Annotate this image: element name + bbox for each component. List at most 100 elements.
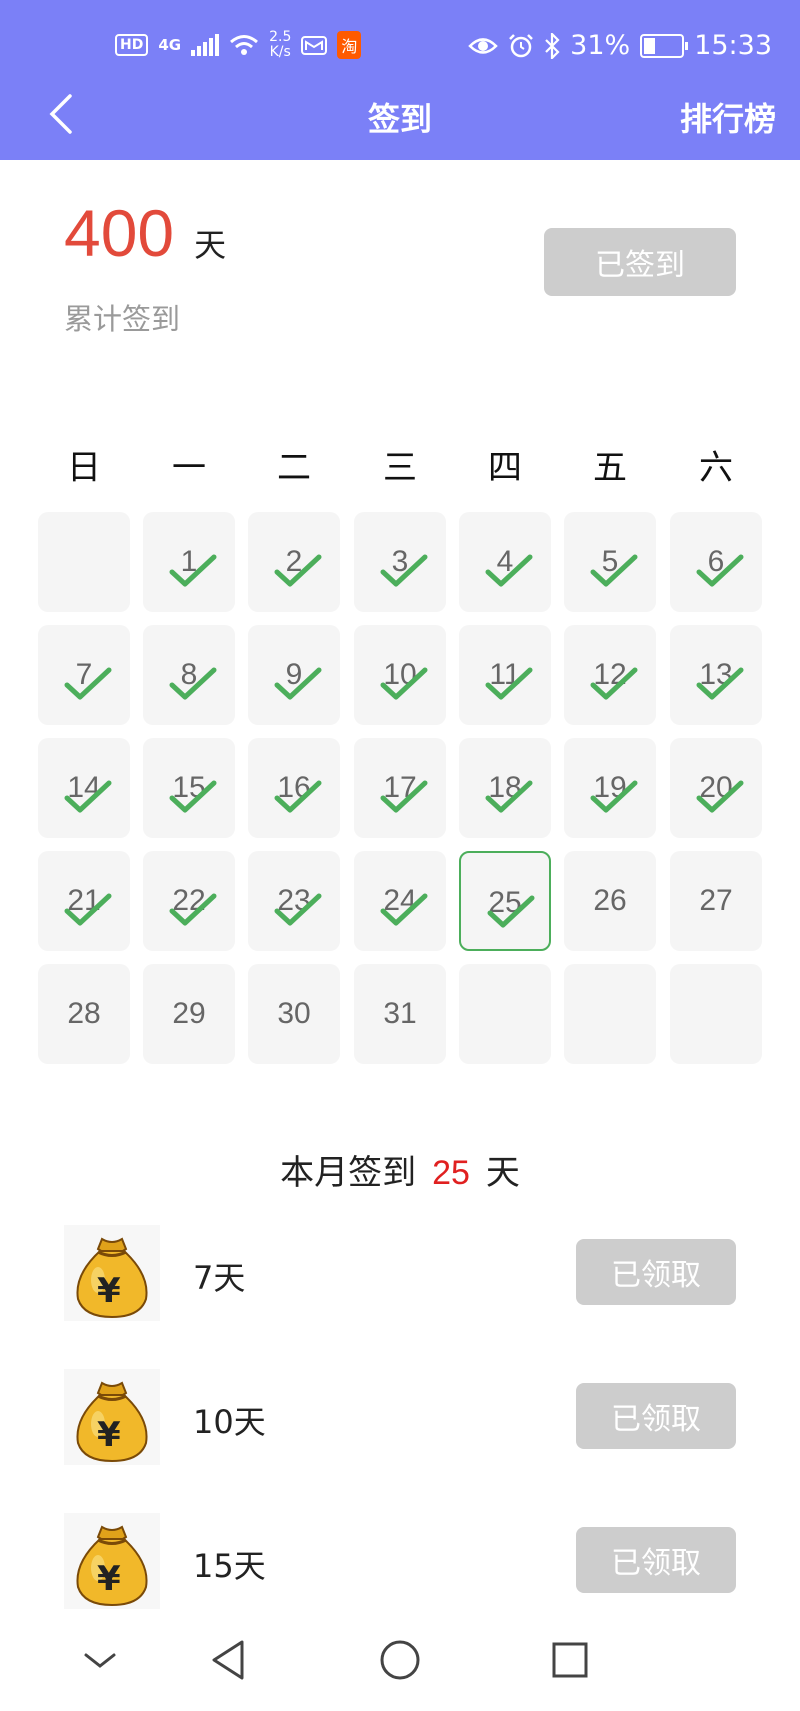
total-checkins: 400 天 bbox=[64, 195, 226, 271]
net-speed-value: 2.5 bbox=[269, 29, 292, 45]
nav-recents-button[interactable] bbox=[540, 1630, 600, 1690]
calendar-day[interactable]: 19 bbox=[564, 738, 656, 838]
circle-home-icon bbox=[380, 1640, 420, 1680]
month-summary-prefix: 本月签到 bbox=[280, 1153, 417, 1193]
calendar-day[interactable]: 8 bbox=[143, 625, 235, 725]
month-summary: 本月签到 25 天 bbox=[0, 1145, 800, 1194]
money-bag-icon-drawing: ¥ bbox=[76, 1525, 148, 1607]
calendar-day-number: 26 bbox=[593, 884, 627, 917]
checkmark-icon bbox=[274, 780, 322, 813]
calendar-day[interactable]: 23 bbox=[248, 851, 340, 951]
checkmark-icon bbox=[64, 893, 112, 926]
title-bar: 签到 排行榜 bbox=[0, 90, 800, 138]
leaderboard-link[interactable]: 排行榜 bbox=[680, 94, 776, 140]
checkmark-icon bbox=[696, 780, 744, 813]
checkmark-icon bbox=[485, 554, 533, 587]
claim-button[interactable]: 已领取 bbox=[576, 1383, 736, 1449]
calendar-day[interactable]: 14 bbox=[38, 738, 130, 838]
calendar-day[interactable]: 25 bbox=[459, 851, 551, 951]
calendar-day[interactable]: 15 bbox=[143, 738, 235, 838]
checkmark-icon bbox=[590, 667, 638, 700]
calendar-day[interactable]: 26 bbox=[564, 851, 656, 951]
calendar-empty-cell bbox=[459, 964, 551, 1064]
checkmark-icon bbox=[380, 667, 428, 700]
money-bag-icon: ¥ bbox=[64, 1225, 160, 1321]
checkmark-icon bbox=[169, 667, 217, 700]
hd-badge: HD bbox=[115, 34, 149, 56]
calendar-day[interactable]: 29 bbox=[143, 964, 235, 1064]
calendar-day[interactable]: 20 bbox=[670, 738, 762, 838]
calendar-day[interactable]: 30 bbox=[248, 964, 340, 1064]
claim-button[interactable]: 已领取 bbox=[576, 1527, 736, 1593]
clock: 15:33 bbox=[694, 30, 772, 61]
calendar-day[interactable]: 27 bbox=[670, 851, 762, 951]
calendar-day[interactable]: 10 bbox=[354, 625, 446, 725]
calendar-day[interactable]: 17 bbox=[354, 738, 446, 838]
battery-icon bbox=[640, 33, 689, 58]
calendar-day[interactable]: 3 bbox=[354, 512, 446, 612]
calendar-day[interactable]: 4 bbox=[459, 512, 551, 612]
weekday-label: 五 bbox=[593, 448, 627, 488]
checkmark-icon bbox=[274, 554, 322, 587]
calendar-day-number: 29 bbox=[172, 997, 206, 1030]
calendar-day[interactable]: 31 bbox=[354, 964, 446, 1064]
total-days-unit: 天 bbox=[194, 226, 227, 264]
calendar-day[interactable]: 11 bbox=[459, 625, 551, 725]
yuan-symbol: ¥ bbox=[97, 1559, 121, 1599]
calendar-day[interactable]: 9 bbox=[248, 625, 340, 725]
checkmark-icon bbox=[485, 780, 533, 813]
calendar-day[interactable]: 28 bbox=[38, 964, 130, 1064]
calendar-day[interactable]: 24 bbox=[354, 851, 446, 951]
reward-label: 7天 bbox=[193, 1259, 246, 1297]
checkmark-icon bbox=[696, 554, 744, 587]
net-speed-unit: K/s bbox=[269, 44, 291, 60]
chevron-down-icon bbox=[84, 1653, 116, 1668]
calendar-day[interactable]: 2 bbox=[248, 512, 340, 612]
nav-back-button[interactable] bbox=[200, 1630, 260, 1690]
money-bag-icon-drawing: ¥ bbox=[76, 1237, 148, 1319]
collapse-button[interactable] bbox=[70, 1630, 130, 1690]
checkmark-icon bbox=[590, 554, 638, 587]
money-bag-icon-drawing: ¥ bbox=[76, 1381, 148, 1463]
calendar-day[interactable]: 21 bbox=[38, 851, 130, 951]
yuan-symbol: ¥ bbox=[97, 1415, 121, 1455]
checkmark-icon bbox=[274, 893, 322, 926]
calendar-day[interactable]: 18 bbox=[459, 738, 551, 838]
claim-button[interactable]: 已领取 bbox=[576, 1239, 736, 1305]
calendar-day[interactable]: 6 bbox=[670, 512, 762, 612]
bluetooth-icon bbox=[545, 32, 560, 59]
money-bag-icon: ¥ bbox=[64, 1513, 160, 1609]
checkmark-icon bbox=[380, 893, 428, 926]
total-days-number: 400 bbox=[64, 196, 175, 270]
calendar-day-number: 31 bbox=[383, 997, 417, 1030]
checkmark-icon bbox=[696, 667, 744, 700]
net-speed: 2.5 K/s bbox=[269, 30, 291, 60]
yuan-symbol: ¥ bbox=[97, 1271, 121, 1311]
calendar-empty-cell bbox=[670, 964, 762, 1064]
checkmark-icon bbox=[64, 780, 112, 813]
checkmark-icon bbox=[64, 667, 112, 700]
square-recents-icon bbox=[552, 1642, 588, 1678]
weekday-label: 四 bbox=[488, 448, 522, 488]
system-navigation-bar bbox=[0, 1630, 800, 1700]
signed-button[interactable]: 已签到 bbox=[544, 228, 736, 296]
calendar-day[interactable]: 13 bbox=[670, 625, 762, 725]
calendar-day[interactable]: 16 bbox=[248, 738, 340, 838]
nav-home-button[interactable] bbox=[370, 1630, 430, 1690]
calendar-day-number: 30 bbox=[277, 997, 311, 1030]
reward-row: ¥15天 已领取 bbox=[0, 1513, 800, 1613]
calendar-day[interactable]: 12 bbox=[564, 625, 656, 725]
weekday-label: 三 bbox=[383, 448, 417, 488]
calendar-day-number: 27 bbox=[699, 884, 733, 917]
triangle-back-icon bbox=[212, 1640, 244, 1680]
weekday-label: 二 bbox=[277, 448, 311, 488]
checkmark-icon bbox=[380, 780, 428, 813]
calendar-day[interactable]: 5 bbox=[564, 512, 656, 612]
calendar-day[interactable]: 7 bbox=[38, 625, 130, 725]
weekday-label: 一 bbox=[172, 448, 206, 488]
weekday-header: 日一二三四五六 bbox=[0, 440, 800, 490]
calendar-day[interactable]: 1 bbox=[143, 512, 235, 612]
status-left: HD 4G 2.5 K/s 淘 bbox=[115, 30, 362, 60]
calendar-day[interactable]: 22 bbox=[143, 851, 235, 951]
signal-icon bbox=[191, 34, 220, 56]
